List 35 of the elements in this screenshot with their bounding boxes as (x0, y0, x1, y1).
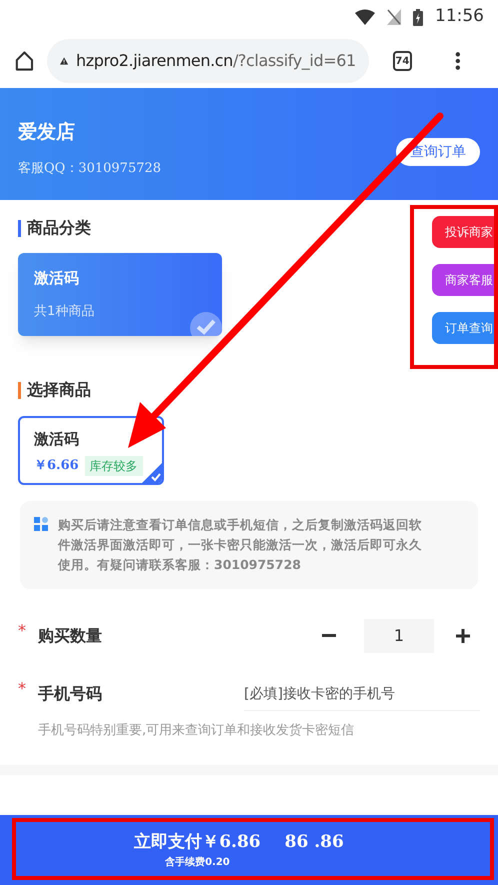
fee-text: 含手续费0.20 (165, 856, 230, 870)
required-mark: * (18, 620, 27, 642)
section-title: 商品分类 (27, 217, 91, 239)
required-mark: * (18, 678, 27, 700)
notice-text: 购买后请注意查看订单信息或手机短信，之后复制激活码返回软件激活界面激活即可，一张卡密只能激活一次，激活后即可永久使用。有疑问请联系客服：3010975728 (58, 516, 423, 574)
no-signal-icon (387, 9, 401, 25)
pay-label: 立即支付￥6.86 (134, 830, 261, 854)
check-icon (142, 463, 162, 483)
wifi-icon (355, 9, 375, 25)
minus-icon[interactable] (322, 634, 336, 638)
more-menu-icon[interactable] (454, 51, 461, 71)
battery-icon (413, 8, 423, 26)
category-card[interactable]: 激活码 共1种商品 (18, 253, 222, 336)
url-text: hzpro2.jiarenmen.cn/?classify_id=61 (76, 50, 356, 72)
stock-tag: 库存较多 (84, 456, 143, 476)
clock-time: 11:56 (435, 5, 484, 28)
product-name: 激活码 (34, 429, 80, 450)
quantity-field[interactable]: 1 (364, 619, 434, 653)
ghost-text: 86 .86 (284, 831, 344, 854)
field-label: 购买数量 (38, 625, 102, 647)
field-label: 手机号码 (38, 683, 103, 705)
home-icon[interactable] (14, 50, 35, 72)
category-name: 激活码 (34, 268, 80, 289)
plus-icon[interactable] (456, 629, 470, 643)
shop-name: 爱发店 (18, 120, 76, 145)
grid-icon (34, 517, 48, 531)
address-bar[interactable]: hzpro2.jiarenmen.cn/?classify_id=61 (46, 39, 369, 83)
phone-input[interactable]: [必填]接收卡密的手机号 (244, 677, 480, 711)
check-icon (190, 312, 222, 336)
product-price: ￥6.66 (34, 456, 79, 475)
product-count: 共1种商品 (34, 302, 96, 320)
section-title: 选择商品 (27, 379, 91, 401)
phone-hint: 手机号码特别重要,可用来查询订单和接收发货卡密短信 (37, 722, 356, 740)
tab-count-button[interactable]: 74 (392, 51, 412, 71)
service-qq: 客服QQ：3010975728 (18, 160, 162, 178)
